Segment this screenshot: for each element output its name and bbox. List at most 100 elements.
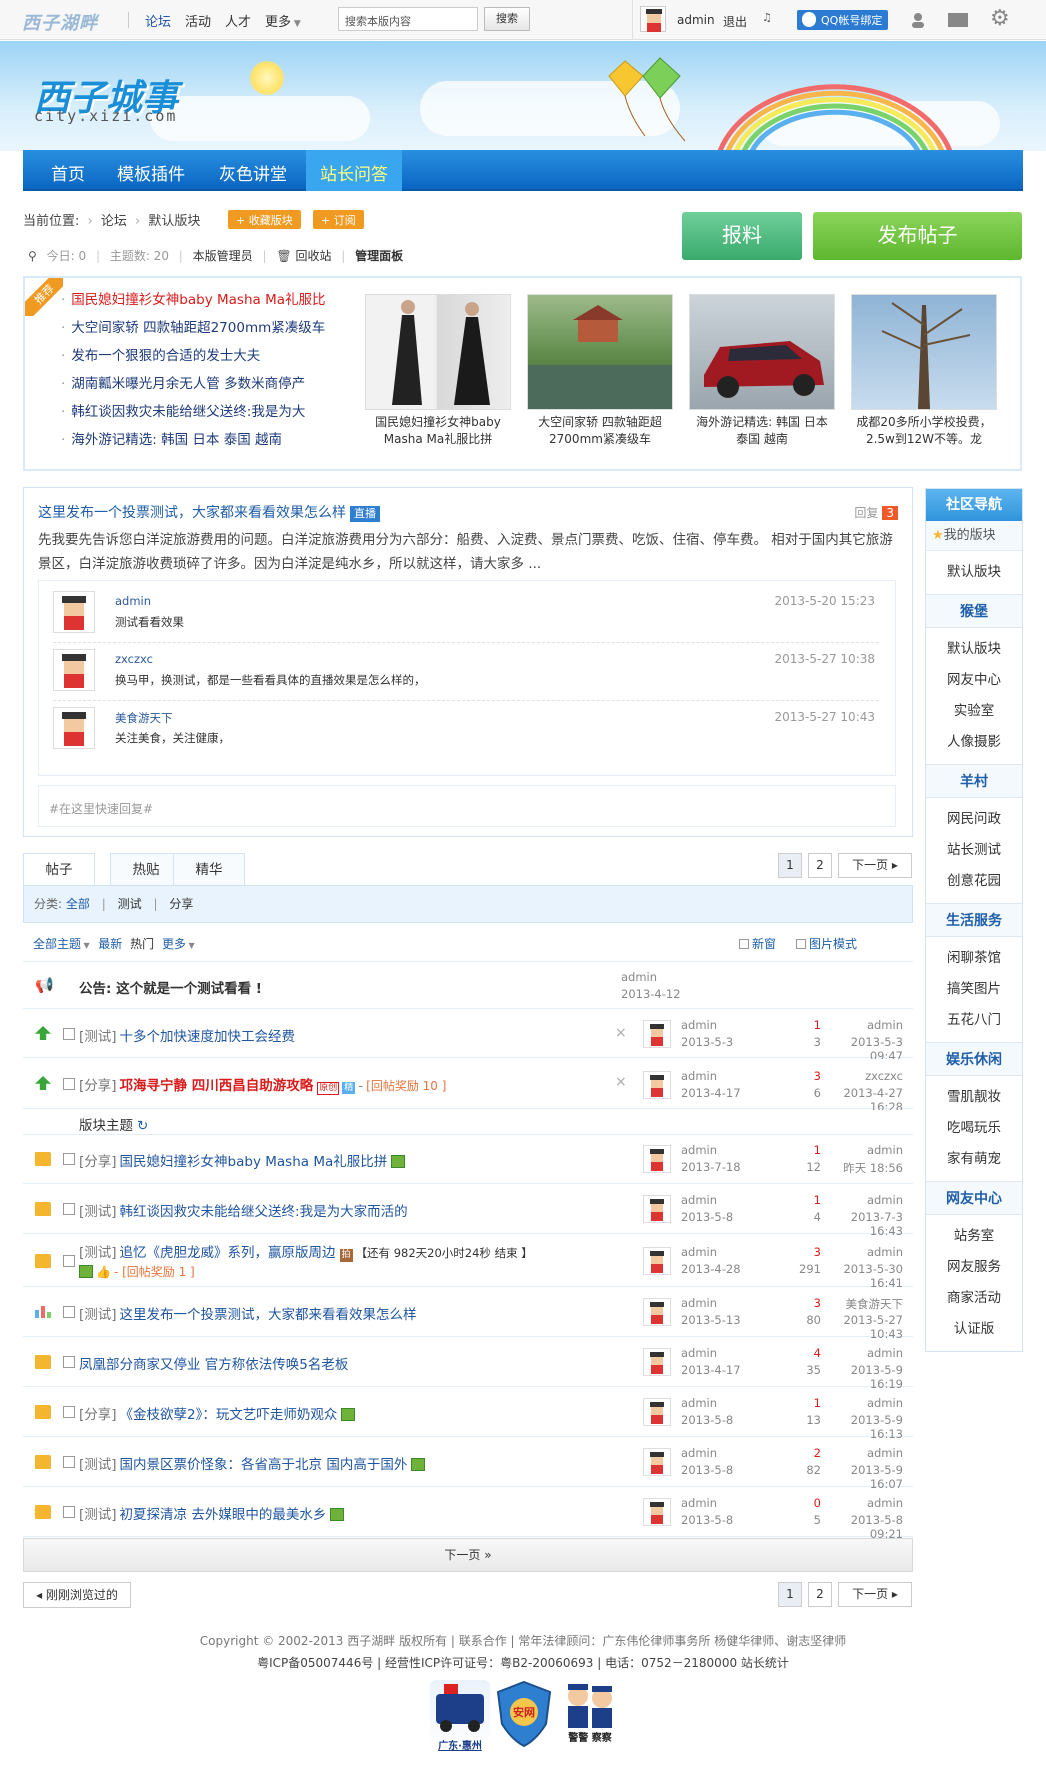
thumb-card[interactable]: 海外游记精选: 韩国 日本 泰国 越南 [689,294,835,454]
avatar[interactable] [643,1247,671,1275]
new-window-toggle[interactable]: 新窗 [739,926,776,962]
last-poster[interactable]: admin [823,1193,903,1207]
thread-title[interactable]: [测试] 十多个加快速度加快工会经费 [79,1025,295,1045]
post-title[interactable]: 这里发布一个投票测试，大家都来看看效果怎么样 直播 [38,502,380,522]
refresh-icon[interactable]: ↻ [137,1118,148,1134]
thumb-image[interactable] [365,294,511,410]
filter-test[interactable]: 测试 [118,897,142,911]
nav-home[interactable]: 首页 [51,160,85,185]
nav-gray-class[interactable]: 灰色讲堂 [219,160,287,185]
thread-category[interactable]: [测试] [79,1029,117,1045]
sidebar-category[interactable]: 猴堡 [926,594,1022,628]
row-checkbox[interactable] [63,1203,75,1215]
thumb-caption[interactable]: 大空间家轿 四款轴距超2700mm紧凑级车 [527,414,673,450]
sidebar-item[interactable]: 人像摄影 [926,727,1022,758]
reply-count[interactable]: 3 [791,1296,821,1310]
row-checkbox[interactable] [63,1506,75,1518]
reply-count[interactable]: 4 [791,1346,821,1360]
top-nav-forum[interactable]: 论坛 [145,11,171,30]
tab-digest[interactable]: 精华 [173,853,245,886]
recently-viewed-button[interactable]: ◂ 刚刚浏览过的 [23,1582,131,1608]
thread-author[interactable]: admin [681,1193,717,1207]
sidebar-item[interactable]: 站务室 [926,1221,1022,1252]
table-row[interactable]: [测试] 这里发布一个投票测试，大家都来看看效果怎么样 admin 2013-5-… [23,1288,913,1341]
avatar[interactable] [643,1071,671,1099]
sidebar-item[interactable]: 默认版块 [926,557,1022,588]
thumb-image[interactable] [527,294,673,410]
last-poster[interactable]: admin [823,1018,903,1032]
top-nav-more[interactable]: 更多 ▼ [265,11,301,30]
thread-title[interactable]: [测试] 国内景区票价怪象：各省高于北京 国内高于国外 [79,1453,426,1473]
thumb-caption[interactable]: 国民媳妇撞衫女神baby Masha Ma礼服比拼 [365,414,511,450]
sidebar-item[interactable]: 闲聊茶馆 [926,943,1022,974]
thread-author[interactable]: admin [681,1143,717,1157]
sound-icon[interactable]: ♫ [762,11,772,24]
avatar[interactable] [643,1145,671,1173]
sidebar-item[interactable]: 默认版块 [926,634,1022,665]
last-poster[interactable]: admin [823,1143,903,1157]
sidebar-favorites[interactable]: ★我的版块 [926,521,1022,551]
thread-author[interactable]: admin [681,1346,717,1360]
row-checkbox[interactable] [63,1356,75,1368]
thread-author[interactable]: admin [681,1245,717,1259]
load-next-page-bar[interactable]: 下一页 » [23,1538,913,1572]
logout-link[interactable]: 退出 [723,13,747,30]
avatar[interactable] [643,1448,671,1476]
row-checkbox[interactable] [63,1306,75,1318]
gear-icon[interactable]: ⚙ [990,8,1010,30]
thread-category[interactable]: [分享] [79,1154,117,1170]
table-row[interactable]: 凤凰部分商家又停业 官方称依法传唤5名老板 admin 2013-4-17 4 … [23,1338,913,1391]
next-page-button[interactable]: 下一页 ▸ [838,1582,912,1607]
site-logo[interactable]: 西子湖畔 [22,9,98,35]
reply-count[interactable]: 3 [791,1245,821,1259]
thread-category[interactable]: [测试] [79,1457,117,1473]
last-post-time[interactable]: 2013-5-9 16:07 [823,1463,903,1491]
next-page-button[interactable]: 下一页 ▸ [838,853,912,878]
announcement-row[interactable]: 📢 公告: 这个就是一个测试看看 ! admin 2013-4-12 [23,962,913,1009]
thread-title[interactable]: [测试] 这里发布一个投票测试，大家都来看看效果怎么样 [79,1303,417,1323]
reply-count[interactable]: 0 [791,1496,821,1510]
avatar[interactable] [643,1195,671,1223]
announcement-author[interactable]: admin [621,970,657,984]
top-nav-events[interactable]: 活动 [185,11,211,30]
row-checkbox[interactable] [63,1078,75,1090]
breadcrumb-board[interactable]: 默认版块 [148,214,200,229]
thumb-image[interactable] [689,294,835,410]
last-post-time[interactable]: 2013-5-30 16:41 [823,1262,903,1290]
last-poster[interactable]: admin [823,1245,903,1259]
avatar[interactable] [643,1020,671,1048]
board-admins-link[interactable]: 本版管理员 [193,249,253,263]
thread-category[interactable]: [分享] [79,1078,117,1094]
thread-category[interactable]: [测试] [79,1507,117,1523]
sidebar-item[interactable]: 商家活动 [926,1283,1022,1314]
thread-title[interactable]: [分享] 国民媳妇撞衫女神baby Masha Ma礼服比拼 [79,1150,406,1170]
reply-count[interactable]: 2 [791,1446,821,1460]
reply-count[interactable]: 1 [791,1018,821,1032]
favorite-board-button[interactable]: + 收藏版块 [228,210,301,229]
reply-count[interactable]: 1 [791,1193,821,1207]
row-checkbox[interactable] [63,1406,75,1418]
list-item[interactable]: 韩红谈因救灾未能给继父送终:我是为大 [61,402,361,430]
page-1[interactable]: 1 [778,853,802,878]
security-shield-badge[interactable]: 安网 [496,1680,556,1750]
avatar[interactable] [53,649,95,691]
sidebar-item[interactable]: 吃喝玩乐 [926,1113,1022,1144]
avatar[interactable] [643,1348,671,1376]
sidebar-category[interactable]: 网友中心 [926,1181,1022,1215]
sidebar-item[interactable]: 认证版 [926,1314,1022,1345]
last-post-time[interactable]: 2013-5-8 09:21 [823,1513,903,1541]
thread-category[interactable]: [测试] [79,1307,117,1323]
last-post-time[interactable]: 2013-7-3 16:43 [823,1210,903,1238]
tab-posts[interactable]: 帖子 [23,853,95,887]
qq-bind-button[interactable]: QQ帐号绑定 [797,10,889,30]
last-post-time[interactable]: 2013-5-27 10:43 [823,1313,903,1341]
last-poster[interactable]: zxczxc [823,1069,903,1083]
last-poster[interactable]: admin [823,1446,903,1460]
sidebar-item[interactable]: 家有萌宠 [926,1144,1022,1175]
page-1[interactable]: 1 [778,1582,802,1607]
admin-panel-link[interactable]: 管理面板 [355,249,403,263]
subscribe-button[interactable]: + 订阅 [313,210,364,229]
reply-count[interactable]: 1 [791,1396,821,1410]
table-row[interactable]: [分享] 国民媳妇撞衫女神baby Masha Ma礼服比拼 admin 2013… [23,1135,913,1184]
list-item[interactable]: 大空间家轿 四款轴距超2700mm紧凑级车 [61,318,361,346]
